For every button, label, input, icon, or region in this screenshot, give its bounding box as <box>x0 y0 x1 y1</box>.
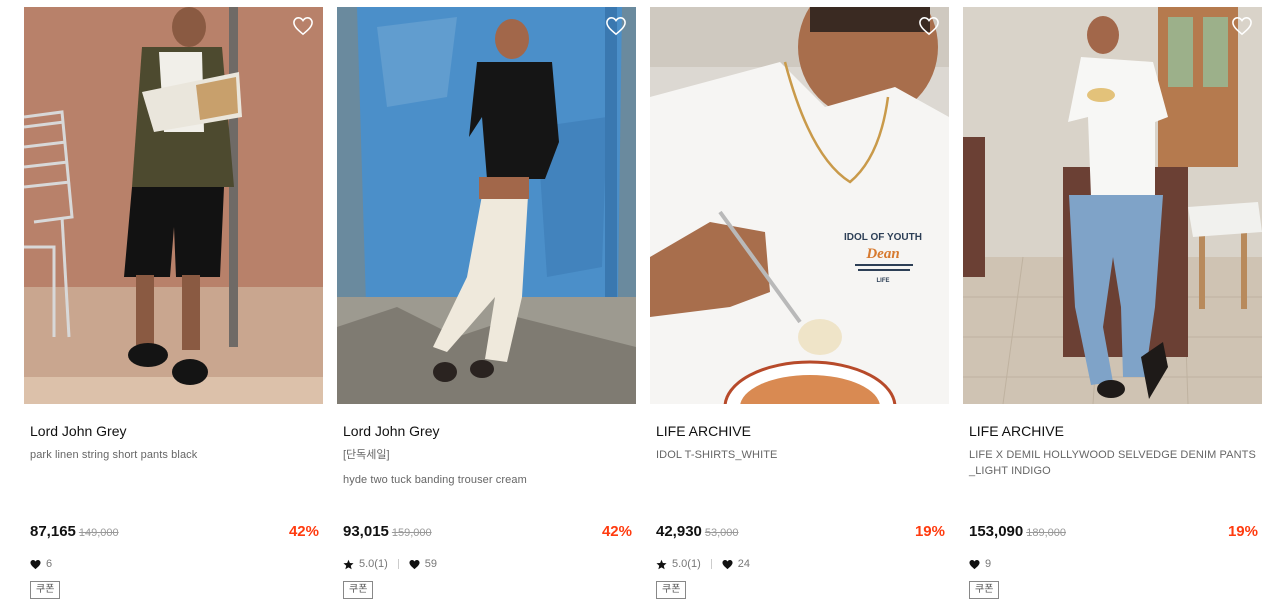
wishlist-heart-icon[interactable] <box>1231 16 1253 36</box>
product-image[interactable] <box>963 7 1262 404</box>
divider <box>710 559 712 569</box>
heart-filled-icon <box>722 559 733 570</box>
price-row: 93,015 159,000 42% <box>343 523 632 543</box>
star-icon <box>656 559 667 570</box>
like-count: 6 <box>46 558 53 570</box>
brand-name[interactable]: LIFE ARCHIVE <box>656 423 751 439</box>
rating-value: 5.0(1) <box>359 558 388 570</box>
sale-price: 93,015 <box>343 523 389 540</box>
coupon-badge: 쿠폰 <box>969 581 1000 599</box>
sale-price: 42,930 <box>656 523 702 540</box>
product-card[interactable]: IDOL OF YOUTH Dean LIFE LIFE ARCHIVE IDO… <box>650 7 949 612</box>
coupon-badge: 쿠폰 <box>30 581 61 599</box>
product-photo: IDOL OF YOUTH Dean LIFE <box>650 7 949 404</box>
sale-price: 87,165 <box>30 523 76 540</box>
coupon-badge: 쿠폰 <box>343 581 374 599</box>
meta-row: 5.0(1) 24 <box>656 557 750 571</box>
heart-filled-icon <box>969 559 980 570</box>
product-photo <box>963 7 1262 404</box>
price-row: 42,930 53,000 19% <box>656 523 945 543</box>
product-image[interactable] <box>24 7 323 404</box>
like-count: 9 <box>985 558 992 570</box>
product-name[interactable]: park linen string short pants black <box>30 447 320 463</box>
product-photo <box>24 7 323 404</box>
sale-tag: [단독세일] <box>343 449 390 461</box>
product-name[interactable]: hyde two tuck banding trouser cream <box>343 472 633 488</box>
product-card[interactable]: Lord John Grey [단독세일] hyde two tuck band… <box>337 7 636 612</box>
tshirt-print-line2: Dean <box>865 246 899 262</box>
meta-row: 5.0(1) 59 <box>343 557 437 571</box>
discount-rate: 42% <box>601 523 632 540</box>
sale-price: 153,090 <box>969 523 1024 540</box>
discount-rate: 19% <box>914 523 945 540</box>
brand-name[interactable]: LIFE ARCHIVE <box>969 423 1064 439</box>
discount-rate: 19% <box>1227 523 1258 540</box>
meta-row: 6 <box>30 557 52 571</box>
product-image[interactable]: IDOL OF YOUTH Dean LIFE <box>650 7 949 404</box>
heart-filled-icon <box>409 559 420 570</box>
divider <box>397 559 399 569</box>
discount-rate: 42% <box>288 523 319 540</box>
heart-filled-icon <box>30 559 41 570</box>
tshirt-print-line1: IDOL OF YOUTH <box>844 232 922 243</box>
star-icon <box>343 559 354 570</box>
tshirt-print-line3: LIFE <box>877 278 890 284</box>
wishlist-heart-icon[interactable] <box>292 16 314 36</box>
rating-value: 5.0(1) <box>672 558 701 570</box>
product-photo <box>337 7 636 404</box>
brand-name[interactable]: Lord John Grey <box>343 423 440 439</box>
original-price: 189,000 <box>1026 527 1066 539</box>
product-card[interactable]: LIFE ARCHIVE LIFE X DEMIL HOLLYWOOD SELV… <box>963 7 1262 612</box>
original-price: 53,000 <box>704 527 739 539</box>
price-row: 153,090 189,000 19% <box>969 523 1258 543</box>
product-name[interactable]: IDOL T-SHIRTS_WHITE <box>656 447 946 463</box>
original-price: 149,000 <box>78 527 119 539</box>
like-count: 24 <box>737 558 750 570</box>
like-count: 59 <box>424 558 437 570</box>
product-card[interactable]: Lord John Grey park linen string short p… <box>24 7 323 612</box>
coupon-badge: 쿠폰 <box>656 581 687 599</box>
wishlist-heart-icon[interactable] <box>918 16 940 36</box>
product-image[interactable] <box>337 7 636 404</box>
original-price: 159,000 <box>391 527 432 539</box>
brand-name[interactable]: Lord John Grey <box>30 423 127 439</box>
price-row: 87,165 149,000 42% <box>30 523 319 543</box>
meta-row: 9 <box>969 557 991 571</box>
wishlist-heart-icon[interactable] <box>605 16 627 36</box>
product-name[interactable]: LIFE X DEMIL HOLLYWOOD SELVEDGE DENIM PA… <box>969 447 1259 479</box>
